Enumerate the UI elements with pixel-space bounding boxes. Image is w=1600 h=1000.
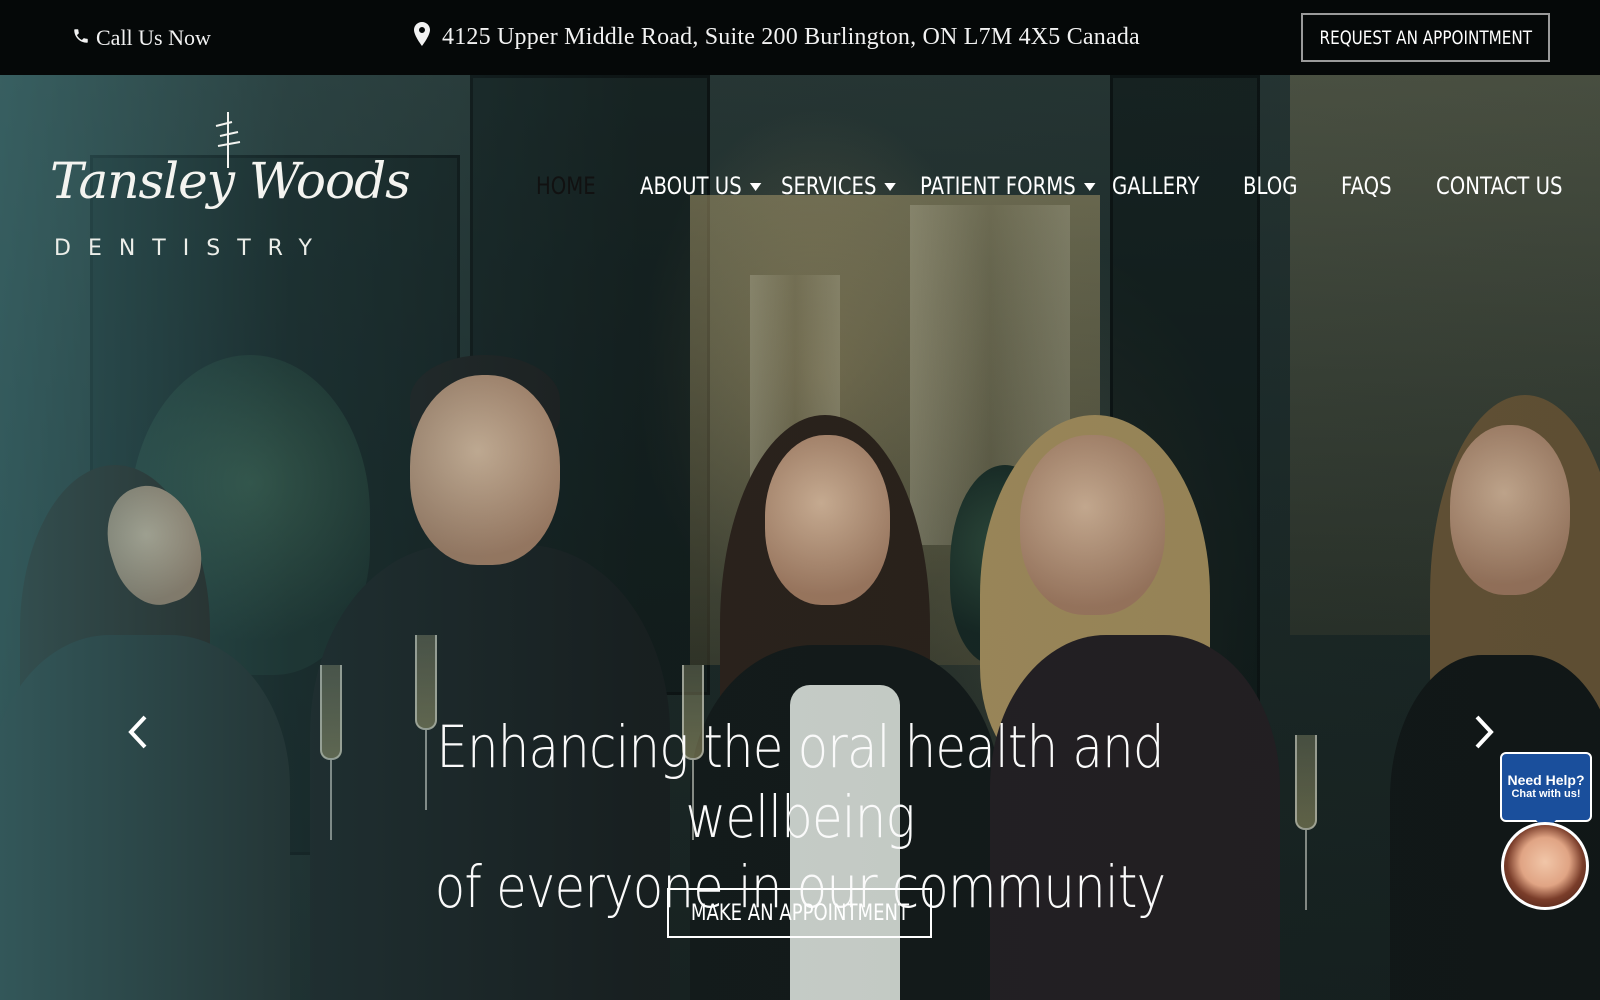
nav-item-blog[interactable]: BLOG bbox=[1243, 168, 1298, 204]
nav-item-label: GALLERY bbox=[1112, 172, 1200, 200]
nav-item-patient-forms[interactable]: PATIENT FORMS bbox=[920, 168, 1096, 204]
caret-down-icon bbox=[884, 183, 897, 191]
make-appointment-label: MAKE AN APPOINTMENT bbox=[690, 900, 909, 926]
chevron-left-icon bbox=[127, 714, 149, 755]
call-us-link[interactable]: Call Us Now bbox=[72, 24, 211, 52]
nav-item-services[interactable]: SERVICES bbox=[781, 168, 897, 204]
site-logo[interactable]: Tansley Woods DENTISTRY bbox=[48, 110, 411, 265]
request-appointment-label: REQUEST AN APPOINTMENT bbox=[1319, 26, 1532, 49]
chat-title: Need Help? bbox=[1507, 772, 1585, 788]
nav-item-home[interactable]: HOME bbox=[536, 168, 596, 204]
chat-bubble[interactable]: Need Help? Chat with us! bbox=[1500, 752, 1592, 822]
nav-item-label: PATIENT FORMS bbox=[920, 172, 1076, 200]
slider-next-button[interactable] bbox=[1464, 712, 1504, 756]
nav-item-gallery[interactable]: GALLERY bbox=[1112, 168, 1200, 204]
request-appointment-button[interactable]: REQUEST AN APPOINTMENT bbox=[1301, 13, 1550, 62]
logo-script-text: Tansley Woods bbox=[50, 152, 411, 210]
caret-down-icon bbox=[749, 183, 762, 191]
nav-item-contact-us[interactable]: CONTACT US bbox=[1436, 168, 1562, 204]
logo-subtitle: DENTISTRY bbox=[54, 236, 329, 261]
map-pin-icon bbox=[414, 21, 430, 53]
hero-headline-line-1: Enhancing the oral health and wellbeing bbox=[436, 713, 1164, 851]
chat-subtitle: Chat with us! bbox=[1511, 788, 1581, 800]
phone-icon bbox=[72, 25, 90, 51]
nav-item-label: SERVICES bbox=[781, 172, 877, 200]
chat-widget[interactable]: Need Help? Chat with us! bbox=[1498, 752, 1594, 912]
nav-item-label: FAQS bbox=[1341, 172, 1392, 200]
caret-down-icon bbox=[1083, 183, 1096, 191]
address-link[interactable]: 4125 Upper Middle Road, Suite 200 Burlin… bbox=[414, 21, 1140, 53]
nav-item-about-us[interactable]: ABOUT US bbox=[640, 168, 762, 204]
nav-item-label: HOME bbox=[536, 172, 596, 200]
nav-item-label: CONTACT US bbox=[1436, 172, 1563, 200]
call-us-label: Call Us Now bbox=[96, 25, 211, 50]
address-text: 4125 Upper Middle Road, Suite 200 Burlin… bbox=[442, 23, 1140, 50]
make-appointment-button[interactable]: MAKE AN APPOINTMENT bbox=[667, 888, 932, 938]
chat-agent-avatar[interactable] bbox=[1501, 822, 1589, 910]
nav-item-faqs[interactable]: FAQS bbox=[1341, 168, 1392, 204]
nav-item-label: ABOUT US bbox=[640, 172, 742, 200]
slider-prev-button[interactable] bbox=[118, 712, 158, 756]
nav-item-label: BLOG bbox=[1243, 172, 1298, 200]
chevron-right-icon bbox=[1473, 714, 1495, 755]
top-bar: Call Us Now 4125 Upper Middle Road, Suit… bbox=[0, 0, 1600, 75]
